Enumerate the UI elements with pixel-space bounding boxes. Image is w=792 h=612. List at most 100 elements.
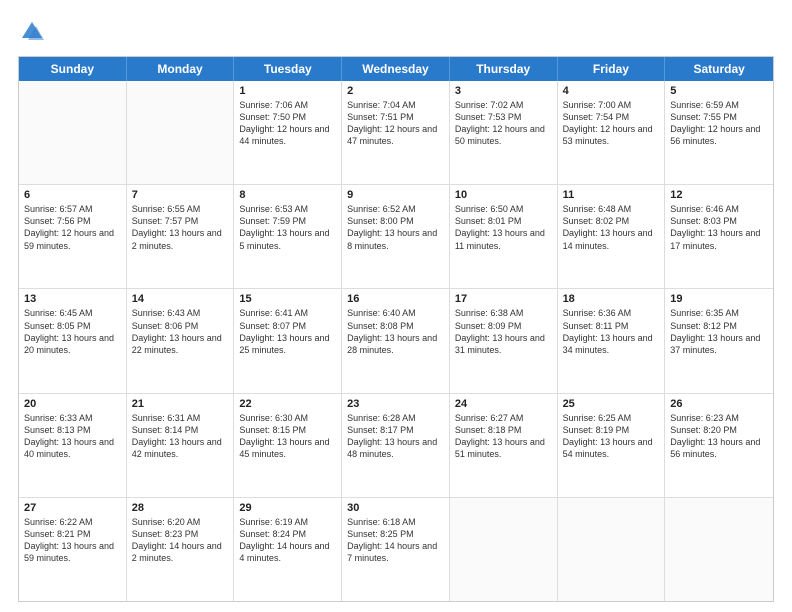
calendar-cell: 10 Sunrise: 6:50 AMSunset: 8:01 PMDayligh… [450, 185, 558, 288]
day-number: 3 [455, 85, 552, 97]
cell-info: Sunrise: 6:53 AMSunset: 7:59 PMDaylight:… [239, 203, 336, 252]
calendar-cell: 13 Sunrise: 6:45 AMSunset: 8:05 PMDayligh… [19, 289, 127, 392]
cell-info: Sunrise: 6:35 AMSunset: 8:12 PMDaylight:… [670, 307, 768, 356]
day-number: 15 [239, 293, 336, 305]
cell-info: Sunrise: 6:59 AMSunset: 7:55 PMDaylight:… [670, 99, 768, 148]
calendar-cell: 12 Sunrise: 6:46 AMSunset: 8:03 PMDayligh… [665, 185, 773, 288]
day-number: 19 [670, 293, 768, 305]
calendar-cell: 3Sunrise: 7:02 AMSunset: 7:53 PMDaylight… [450, 81, 558, 184]
calendar-cell: 2Sunrise: 7:04 AMSunset: 7:51 PMDaylight… [342, 81, 450, 184]
calendar: SundayMondayTuesdayWednesdayThursdayFrid… [18, 56, 774, 602]
day-number: 24 [455, 398, 552, 410]
day-number: 11 [563, 189, 660, 201]
calendar-day-header: Tuesday [234, 57, 342, 81]
calendar-day-header: Sunday [19, 57, 127, 81]
cell-info: Sunrise: 6:38 AMSunset: 8:09 PMDaylight:… [455, 307, 552, 356]
cell-info: Sunrise: 6:46 AMSunset: 8:03 PMDaylight:… [670, 203, 768, 252]
calendar-cell [19, 81, 127, 184]
calendar-row: 6 Sunrise: 6:57 AMSunset: 7:56 PMDaylight… [19, 185, 773, 289]
cell-info: Sunrise: 6:45 AMSunset: 8:05 PMDaylight:… [24, 307, 121, 356]
day-number: 6 [24, 189, 121, 201]
calendar-cell [558, 498, 666, 601]
calendar-cell: 27 Sunrise: 6:22 AMSunset: 8:21 PMDayligh… [19, 498, 127, 601]
calendar-cell [665, 498, 773, 601]
calendar-cell: 28 Sunrise: 6:20 AMSunset: 8:23 PMDayligh… [127, 498, 235, 601]
cell-info: Sunrise: 6:22 AMSunset: 8:21 PMDaylight:… [24, 516, 121, 565]
calendar-cell: 22Sunrise: 6:30 AMSunset: 8:15 PMDayligh… [234, 394, 342, 497]
day-number: 18 [563, 293, 660, 305]
header [18, 18, 774, 46]
calendar-cell: 16 Sunrise: 6:40 AMSunset: 8:08 PMDayligh… [342, 289, 450, 392]
calendar-day-header: Friday [558, 57, 666, 81]
day-number: 12 [670, 189, 768, 201]
cell-info: Sunrise: 6:40 AMSunset: 8:08 PMDaylight:… [347, 307, 444, 356]
calendar-cell: 21 Sunrise: 6:31 AMSunset: 8:14 PMDayligh… [127, 394, 235, 497]
calendar-header: SundayMondayTuesdayWednesdayThursdayFrid… [19, 57, 773, 81]
day-number: 14 [132, 293, 229, 305]
cell-info: Sunrise: 6:31 AMSunset: 8:14 PMDaylight:… [132, 412, 229, 461]
calendar-cell: 4Sunrise: 7:00 AMSunset: 7:54 PMDaylight… [558, 81, 666, 184]
calendar-day-header: Thursday [450, 57, 558, 81]
logo [18, 18, 50, 46]
cell-info: Sunrise: 7:04 AMSunset: 7:51 PMDaylight:… [347, 99, 444, 148]
calendar-day-header: Wednesday [342, 57, 450, 81]
cell-info: Sunrise: 6:36 AMSunset: 8:11 PMDaylight:… [563, 307, 660, 356]
calendar-cell: 11 Sunrise: 6:48 AMSunset: 8:02 PMDayligh… [558, 185, 666, 288]
cell-info: Sunrise: 6:27 AMSunset: 8:18 PMDaylight:… [455, 412, 552, 461]
cell-info: Sunrise: 6:57 AMSunset: 7:56 PMDaylight:… [24, 203, 121, 252]
cell-info: Sunrise: 6:52 AMSunset: 8:00 PMDaylight:… [347, 203, 444, 252]
cell-info: Sunrise: 6:41 AMSunset: 8:07 PMDaylight:… [239, 307, 336, 356]
cell-info: Sunrise: 6:48 AMSunset: 8:02 PMDaylight:… [563, 203, 660, 252]
day-number: 30 [347, 502, 444, 514]
day-number: 28 [132, 502, 229, 514]
day-number: 23 [347, 398, 444, 410]
calendar-cell: 25Sunrise: 6:25 AMSunset: 8:19 PMDayligh… [558, 394, 666, 497]
day-number: 9 [347, 189, 444, 201]
calendar-cell: 9 Sunrise: 6:52 AMSunset: 8:00 PMDaylight… [342, 185, 450, 288]
calendar-row: 1 Sunrise: 7:06 AMSunset: 7:50 PMDaylight… [19, 81, 773, 185]
cell-info: Sunrise: 6:18 AMSunset: 8:25 PMDaylight:… [347, 516, 444, 565]
calendar-cell: 6 Sunrise: 6:57 AMSunset: 7:56 PMDaylight… [19, 185, 127, 288]
calendar-cell: 24 Sunrise: 6:27 AMSunset: 8:18 PMDayligh… [450, 394, 558, 497]
calendar-row: 13 Sunrise: 6:45 AMSunset: 8:05 PMDayligh… [19, 289, 773, 393]
cell-info: Sunrise: 6:28 AMSunset: 8:17 PMDaylight:… [347, 412, 444, 461]
day-number: 17 [455, 293, 552, 305]
cell-info: Sunrise: 6:23 AMSunset: 8:20 PMDaylight:… [670, 412, 768, 461]
cell-info: Sunrise: 7:00 AMSunset: 7:54 PMDaylight:… [563, 99, 660, 148]
calendar-cell: 1 Sunrise: 7:06 AMSunset: 7:50 PMDaylight… [234, 81, 342, 184]
day-number: 8 [239, 189, 336, 201]
cell-info: Sunrise: 6:19 AMSunset: 8:24 PMDaylight:… [239, 516, 336, 565]
calendar-row: 20Sunrise: 6:33 AMSunset: 8:13 PMDayligh… [19, 394, 773, 498]
cell-info: Sunrise: 6:50 AMSunset: 8:01 PMDaylight:… [455, 203, 552, 252]
day-number: 1 [239, 85, 336, 97]
calendar-row: 27 Sunrise: 6:22 AMSunset: 8:21 PMDayligh… [19, 498, 773, 601]
calendar-cell: 19 Sunrise: 6:35 AMSunset: 8:12 PMDayligh… [665, 289, 773, 392]
calendar-cell: 7Sunrise: 6:55 AMSunset: 7:57 PMDaylight… [127, 185, 235, 288]
calendar-cell: 30 Sunrise: 6:18 AMSunset: 8:25 PMDayligh… [342, 498, 450, 601]
day-number: 20 [24, 398, 121, 410]
day-number: 21 [132, 398, 229, 410]
day-number: 10 [455, 189, 552, 201]
cell-info: Sunrise: 6:30 AMSunset: 8:15 PMDaylight:… [239, 412, 336, 461]
calendar-cell: 29Sunrise: 6:19 AMSunset: 8:24 PMDayligh… [234, 498, 342, 601]
day-number: 25 [563, 398, 660, 410]
calendar-cell: 20Sunrise: 6:33 AMSunset: 8:13 PMDayligh… [19, 394, 127, 497]
calendar-cell: 8 Sunrise: 6:53 AMSunset: 7:59 PMDaylight… [234, 185, 342, 288]
day-number: 27 [24, 502, 121, 514]
calendar-cell [127, 81, 235, 184]
calendar-cell: 15 Sunrise: 6:41 AMSunset: 8:07 PMDayligh… [234, 289, 342, 392]
day-number: 13 [24, 293, 121, 305]
day-number: 5 [670, 85, 768, 97]
calendar-day-header: Saturday [665, 57, 773, 81]
cell-info: Sunrise: 7:06 AMSunset: 7:50 PMDaylight:… [239, 99, 336, 148]
cell-info: Sunrise: 6:43 AMSunset: 8:06 PMDaylight:… [132, 307, 229, 356]
calendar-cell: 23 Sunrise: 6:28 AMSunset: 8:17 PMDayligh… [342, 394, 450, 497]
day-number: 16 [347, 293, 444, 305]
logo-icon [18, 18, 46, 46]
calendar-cell: 26Sunrise: 6:23 AMSunset: 8:20 PMDayligh… [665, 394, 773, 497]
calendar-cell: 5 Sunrise: 6:59 AMSunset: 7:55 PMDaylight… [665, 81, 773, 184]
calendar-day-header: Monday [127, 57, 235, 81]
calendar-cell: 18 Sunrise: 6:36 AMSunset: 8:11 PMDayligh… [558, 289, 666, 392]
cell-info: Sunrise: 6:20 AMSunset: 8:23 PMDaylight:… [132, 516, 229, 565]
day-number: 7 [132, 189, 229, 201]
